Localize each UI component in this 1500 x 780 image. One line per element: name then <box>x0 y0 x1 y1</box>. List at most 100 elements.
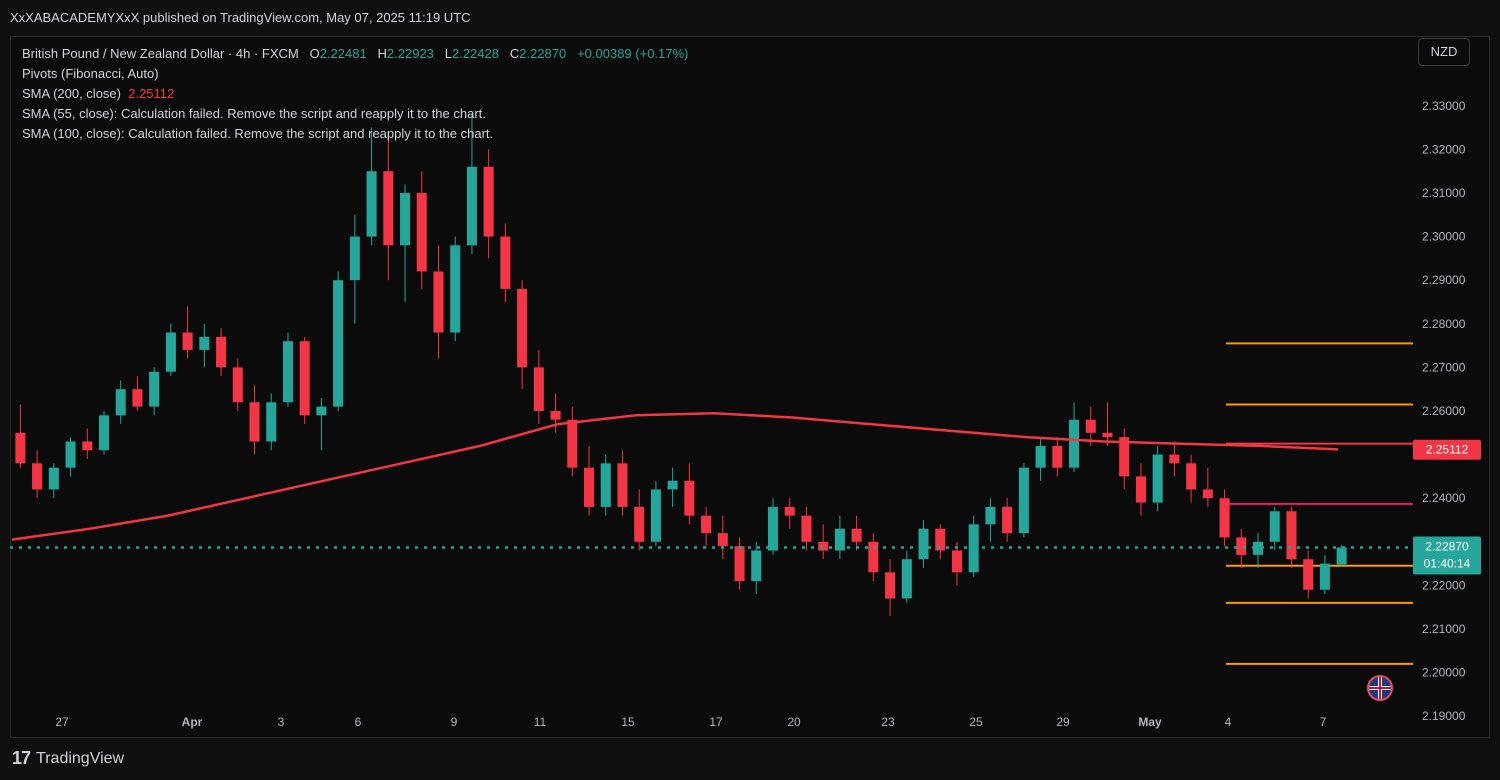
candle-body <box>1336 547 1347 565</box>
x-tick-label: 11 <box>534 715 547 729</box>
x-tick-label: 20 <box>787 715 801 729</box>
candle-body <box>132 389 143 407</box>
x-tick-label: 25 <box>969 715 983 729</box>
candle-body <box>985 506 996 525</box>
candle-body <box>583 467 595 507</box>
y-tick-label: 2.29000 <box>1422 273 1466 287</box>
x-tick-label: 9 <box>451 715 458 729</box>
x-tick-label: 23 <box>881 715 895 729</box>
candle-body <box>1286 511 1297 560</box>
tradingview-logo-icon: 17 <box>12 748 31 768</box>
open-value: 2.22481 <box>319 46 367 61</box>
candle-body <box>650 489 661 542</box>
chart-legend: British Pound / New Zealand Dollar · 4h … <box>22 44 688 144</box>
candle-body <box>82 441 93 451</box>
y-tick-label: 2.20000 <box>1422 666 1466 680</box>
x-tick-label: 27 <box>55 715 69 729</box>
candle-body <box>165 332 176 372</box>
x-tick-label: 17 <box>709 715 723 729</box>
candle-body <box>400 192 411 246</box>
candle-body <box>1236 537 1247 555</box>
candle-body <box>316 406 327 416</box>
x-tick-label: May <box>1138 715 1162 729</box>
y-tick-label: 2.27000 <box>1422 360 1466 374</box>
candle-body <box>634 506 645 542</box>
y-tick-label: 2.32000 <box>1422 142 1466 156</box>
countdown-label: 01:40:14 <box>1424 556 1471 570</box>
candle-body <box>567 419 578 468</box>
candle-body <box>266 402 277 442</box>
uk-flag-icon[interactable] <box>1367 675 1393 701</box>
candle-body <box>851 528 862 542</box>
candle-body <box>1269 511 1280 542</box>
sma200-label: SMA (200, close) <box>22 86 121 101</box>
symbol-name[interactable]: British Pound / New Zealand Dollar · 4h … <box>22 46 299 61</box>
legend-sma55-row[interactable]: SMA (55, close): Calculation failed. Rem… <box>22 104 688 124</box>
candle-body <box>600 463 611 507</box>
candle-body <box>48 467 59 490</box>
candle-body <box>701 515 712 534</box>
y-tick-label: 2.24000 <box>1422 491 1466 505</box>
candle-body <box>885 572 896 599</box>
low-label: L <box>444 46 452 61</box>
candle-body <box>784 506 795 516</box>
y-tick-label: 2.19000 <box>1422 709 1466 723</box>
x-tick-label: 29 <box>1056 715 1070 729</box>
y-tick-label: 2.26000 <box>1422 404 1466 418</box>
candle-body <box>684 480 695 516</box>
candle-body <box>149 371 160 407</box>
candle-body <box>517 288 528 368</box>
candle-body <box>667 480 678 490</box>
header-bar: XxXABACADEMYXxX published on TradingView… <box>0 0 1500 36</box>
y-tick-label: 2.30000 <box>1422 230 1466 244</box>
low-value: 2.22428 <box>452 46 499 61</box>
x-tick-label: 4 <box>1225 715 1232 729</box>
legend-sma100-row[interactable]: SMA (100, close): Calculation failed. Re… <box>22 124 688 144</box>
y-tick-label: 2.28000 <box>1422 317 1466 331</box>
legend-pivots-row[interactable]: Pivots (Fibonacci, Auto) <box>22 64 688 84</box>
candle-body <box>1202 489 1213 499</box>
footer-brand[interactable]: 17 TradingView <box>12 748 124 769</box>
candle-body <box>1102 432 1113 438</box>
x-tick-label: Apr <box>182 715 203 729</box>
change-value: +0.00389 (+0.17%) <box>577 46 689 61</box>
candle-body <box>951 550 962 573</box>
y-tick-label: 2.21000 <box>1422 622 1466 636</box>
candle-body <box>1052 445 1063 468</box>
candle-body <box>1319 563 1330 590</box>
candle-body <box>466 166 477 246</box>
candle-body <box>918 528 929 560</box>
candle-body <box>1186 463 1197 490</box>
high-value: 2.22923 <box>386 46 434 61</box>
y-tick-label: 2.31000 <box>1422 186 1466 200</box>
candle-body <box>1085 419 1096 433</box>
tradingview-brand: TradingView <box>36 749 125 767</box>
candle-body <box>366 171 377 237</box>
y-tick-label: 2.22000 <box>1422 578 1466 592</box>
candle-body <box>65 441 76 468</box>
candle-body <box>199 336 210 350</box>
candle-body <box>299 341 310 416</box>
candle-body <box>216 336 227 368</box>
currency-button[interactable]: NZD <box>1418 38 1470 66</box>
legend-symbol-row[interactable]: British Pound / New Zealand Dollar · 4h … <box>22 44 688 64</box>
legend-sma200-row[interactable]: SMA (200, close) 2.25112 <box>22 84 688 104</box>
candle-body <box>433 271 444 333</box>
candle-body <box>550 410 561 420</box>
candle-body <box>282 341 293 403</box>
candle-body <box>1035 445 1046 468</box>
last-price-label: 2.22870 <box>1425 539 1469 553</box>
candle-body <box>1002 506 1013 534</box>
candle-body <box>617 463 628 507</box>
candle-body <box>32 463 43 490</box>
candle-body <box>533 367 544 411</box>
candle-body <box>232 367 243 403</box>
candle-body <box>734 546 745 582</box>
candle-body <box>383 171 394 246</box>
candle-body <box>500 236 511 289</box>
close-label: C <box>509 46 520 61</box>
candle-body <box>249 402 260 442</box>
candle-body <box>717 533 728 547</box>
candle-body <box>1135 476 1146 503</box>
candle-body <box>1152 454 1163 503</box>
